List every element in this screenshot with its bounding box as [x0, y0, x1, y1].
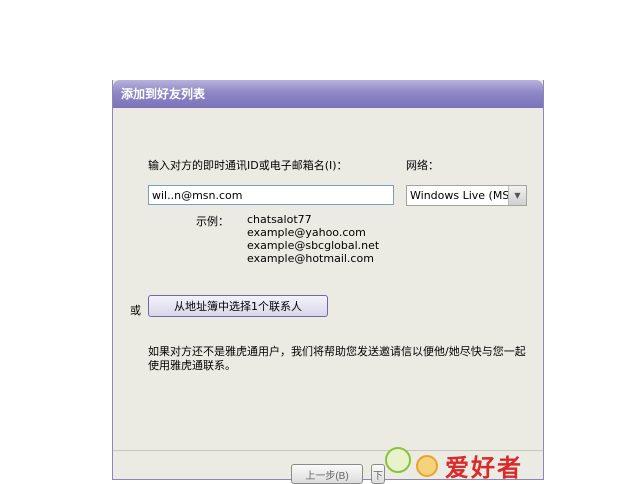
examples-label: 示例： — [196, 215, 229, 228]
network-label: 网络： — [406, 159, 439, 172]
example-item: example@hotmail.com — [247, 252, 374, 265]
network-select-value: Windows Live (MSN) — [410, 189, 522, 202]
id-label: 输入对方的即时通讯ID或电子邮箱名(I)： — [148, 159, 348, 172]
dialog-title: 添加到好友列表 — [113, 80, 543, 108]
watermark-logo-icon — [385, 447, 411, 473]
select-from-addressbook-button[interactable]: 从地址簿中选择1个联系人 — [148, 295, 328, 317]
example-item: example@sbcglobal.net — [247, 239, 380, 252]
or-label: 或 — [130, 304, 141, 317]
watermark-text: 爱好者 — [445, 453, 523, 482]
back-button[interactable]: 上一步(B) — [291, 464, 363, 484]
network-select[interactable]: Windows Live (MSN) ▼ — [406, 185, 527, 206]
id-input[interactable] — [148, 185, 394, 205]
add-friend-dialog: 添加到好友列表 输入对方的即时通讯ID或电子邮箱名(I)： 网络： Window… — [112, 80, 544, 484]
examples-list: chatsalot77 example@yahoo.com example@sb… — [247, 213, 379, 265]
example-item: chatsalot77 — [247, 213, 312, 226]
chevron-down-icon[interactable]: ▼ — [508, 186, 526, 205]
invite-note: 如果对方还不是雅虎通用户，我们将帮助您发送邀请信以便他/她尽快与您一起使用雅虎通… — [148, 345, 526, 372]
next-button[interactable]: 下 — [371, 464, 385, 484]
example-item: example@yahoo.com — [247, 226, 366, 239]
watermark-face-icon — [416, 455, 438, 477]
